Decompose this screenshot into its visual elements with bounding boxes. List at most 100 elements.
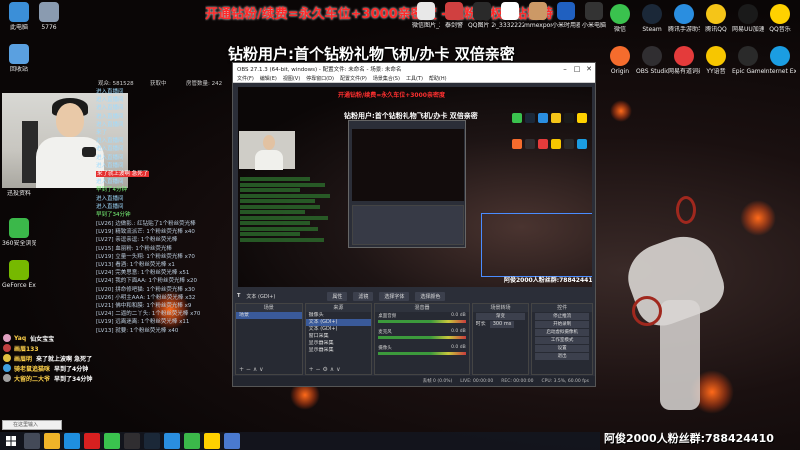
chat-message-text: 进入直播间 [96, 113, 124, 120]
obs-title-bar[interactable]: OBS 27.1.3 (64-bit, windows) - 配置文件: 未命名… [233, 63, 595, 75]
qq-icon[interactable] [164, 433, 180, 449]
source-item[interactable]: 显示器采集 [306, 340, 372, 347]
preview-selection-box[interactable] [481, 213, 592, 277]
sources-dock-controls[interactable]: + − ⚙ ∧ ∨ [306, 366, 372, 374]
minimize-icon[interactable]: – [559, 65, 571, 73]
mixer-channel-db: 0.0 dB [451, 313, 466, 318]
app-red-icon[interactable] [84, 433, 100, 449]
obs-control-button[interactable]: 停止推流 [535, 313, 589, 320]
source-item[interactable]: 窗口采集 [306, 333, 372, 340]
steam-icon[interactable] [144, 433, 160, 449]
chat-message: 进入直播间 [96, 203, 216, 211]
source-item[interactable]: 文本 (GDI+) [306, 326, 372, 333]
filters-button[interactable]: 滤镜 [353, 291, 374, 301]
windows-start-icon[interactable] [0, 432, 22, 450]
yy-icon [706, 46, 726, 66]
desktop-shortcut[interactable]: 5776 [32, 2, 66, 31]
desktop-shortcut[interactable]: 网易有道词典 [668, 46, 700, 75]
desktop-shortcut[interactable]: 微信 [604, 4, 636, 33]
scenes-dock-controls[interactable]: + − ∧ ∨ [236, 366, 302, 374]
desktop-shortcut[interactable]: GeForce Experience [2, 260, 36, 289]
desktop-shortcut[interactable]: Internet Explorer [764, 46, 796, 75]
obs-menu-item[interactable]: 文件(F) [237, 75, 254, 82]
obs-control-button[interactable]: 启动虚拟摄像机 [535, 329, 589, 336]
obs-preview[interactable]: 开通钻粉/续费=永久车位+3000亲密度 钻粉用户:首个钻粉礼物飞机/办卡 双倍… [238, 87, 592, 287]
edge-icon[interactable] [64, 433, 80, 449]
desktop-shortcut[interactable]: 网易UU加速器 [732, 4, 764, 33]
mixer-channel-name: 摄像头 [378, 346, 392, 351]
scene-item[interactable]: 场景 [236, 312, 302, 319]
music-icon[interactable] [204, 433, 220, 449]
desktop-shortcut[interactable]: Steam [636, 4, 668, 33]
controls-dock-title: 控件 [532, 304, 592, 312]
volume-meter[interactable] [378, 320, 466, 323]
desktop-shortcut[interactable]: 小米时用器 [552, 2, 580, 29]
source-item[interactable]: 显示器采集 [306, 347, 372, 354]
folder-icon[interactable] [224, 433, 240, 449]
desktop-shortcut[interactable]: 此电脑 [2, 2, 36, 31]
desktop-shortcut[interactable]: 微信图片_2022062... [412, 2, 440, 29]
select-color-button[interactable]: 选择颜色 [415, 291, 446, 301]
desktop-shortcut[interactable]: 腾讯QQ [700, 4, 732, 33]
desktop-shortcut[interactable]: Epic Games Launcher [732, 46, 764, 75]
obs-control-button[interactable]: 退出 [535, 353, 589, 360]
volume-meter[interactable] [378, 336, 466, 339]
desktop-shortcut-label: _3332222... [496, 22, 524, 29]
gift-message: [LV20] 拼命修吧猫: 1个粉丝荧光棒 x30 [96, 286, 195, 293]
desktop-shortcut[interactable]: 360安全浏览器 [2, 218, 36, 247]
youdao-icon [674, 46, 694, 66]
obs-menu-item[interactable]: 场景集合(S) [373, 75, 400, 82]
duration-label: 时长 [475, 321, 486, 327]
recycle-bin-icon [9, 44, 29, 64]
chat-message-text: 进入直播间 [96, 179, 124, 186]
obs-menu-item[interactable]: 视图(V) [283, 75, 300, 82]
obs-control-button[interactable]: 设置 [535, 345, 589, 352]
task-view-icon[interactable] [24, 433, 40, 449]
mixer-channel-db: 0.0 dB [451, 329, 466, 334]
obs-window[interactable]: OBS 27.1.3 (64-bit, windows) - 配置文件: 未命名… [232, 62, 596, 387]
avatar [3, 364, 11, 372]
desktop-shortcut-label: 网易有道词典 [668, 68, 700, 75]
mixer-dock: 混音器 桌面音频 0.0 dB 麦克风 0.0 dB 摄像头 0.0 dB [374, 303, 470, 375]
transition-duration[interactable]: 时长 300 ms [473, 321, 529, 328]
desktop-shortcut[interactable]: mmexport1... [524, 2, 552, 29]
obs-menu-item[interactable]: 停靠窗口(D) [306, 75, 334, 82]
desktop-shortcut[interactable]: 回收站 [2, 44, 36, 73]
properties-button[interactable]: 属性 [327, 291, 348, 301]
search-input[interactable]: 在这里输入 [2, 420, 62, 430]
obs-icon [642, 46, 662, 66]
obs-menu-item[interactable]: 配置文件(P) [340, 75, 367, 82]
obs-menu-item[interactable]: 帮助(H) [429, 75, 447, 82]
obs-control-button[interactable]: 工作室模式 [535, 337, 589, 344]
desktop-shortcut[interactable]: 泰剑警 [440, 2, 468, 29]
obs-icon[interactable] [124, 433, 140, 449]
image-icon [473, 2, 491, 20]
volume-meter[interactable] [378, 352, 466, 355]
duration-value[interactable]: 300 ms [489, 321, 515, 328]
source-item[interactable]: 文本 (GDI+) [305, 319, 372, 326]
chat-message-text: 进入直播间 [96, 97, 124, 104]
source-item[interactable]: 摄像头 [306, 312, 372, 319]
close-icon[interactable]: ✕ [583, 65, 595, 73]
desktop-shortcut[interactable]: QQ图片 20211223... [468, 2, 496, 29]
desktop-shortcut[interactable]: QQ音乐 [764, 4, 796, 33]
desktop-shortcut[interactable]: _3332222... [496, 2, 524, 29]
tencent-icon [674, 4, 694, 24]
microphone-icon [82, 147, 96, 157]
desktop-shortcut[interactable]: 腾讯手游助手 [668, 4, 700, 33]
browser-icon[interactable] [184, 433, 200, 449]
obs-menu-item[interactable]: 编辑(E) [260, 75, 277, 82]
chat-message: 进入直播间 [96, 195, 216, 203]
desktop-shortcut[interactable]: YY语音 [700, 46, 732, 75]
desktop-shortcut[interactable]: OBS Studio [636, 46, 668, 75]
obs-control-button[interactable]: 开始录制 [535, 321, 589, 328]
select-font-button[interactable]: 选择字体 [379, 291, 410, 301]
barrage-message: 骑老鼠追猫咪 早到了4分钟 [3, 363, 233, 373]
obs-menu-item[interactable]: 工具(T) [406, 75, 423, 82]
wechat-icon[interactable] [104, 433, 120, 449]
nvidia-icon [9, 260, 29, 280]
transition-type-select[interactable]: 渐变 [475, 313, 526, 320]
desktop-shortcut[interactable]: Origin [604, 46, 636, 75]
explorer-icon[interactable] [44, 433, 60, 449]
maximize-icon[interactable]: □ [571, 65, 583, 73]
